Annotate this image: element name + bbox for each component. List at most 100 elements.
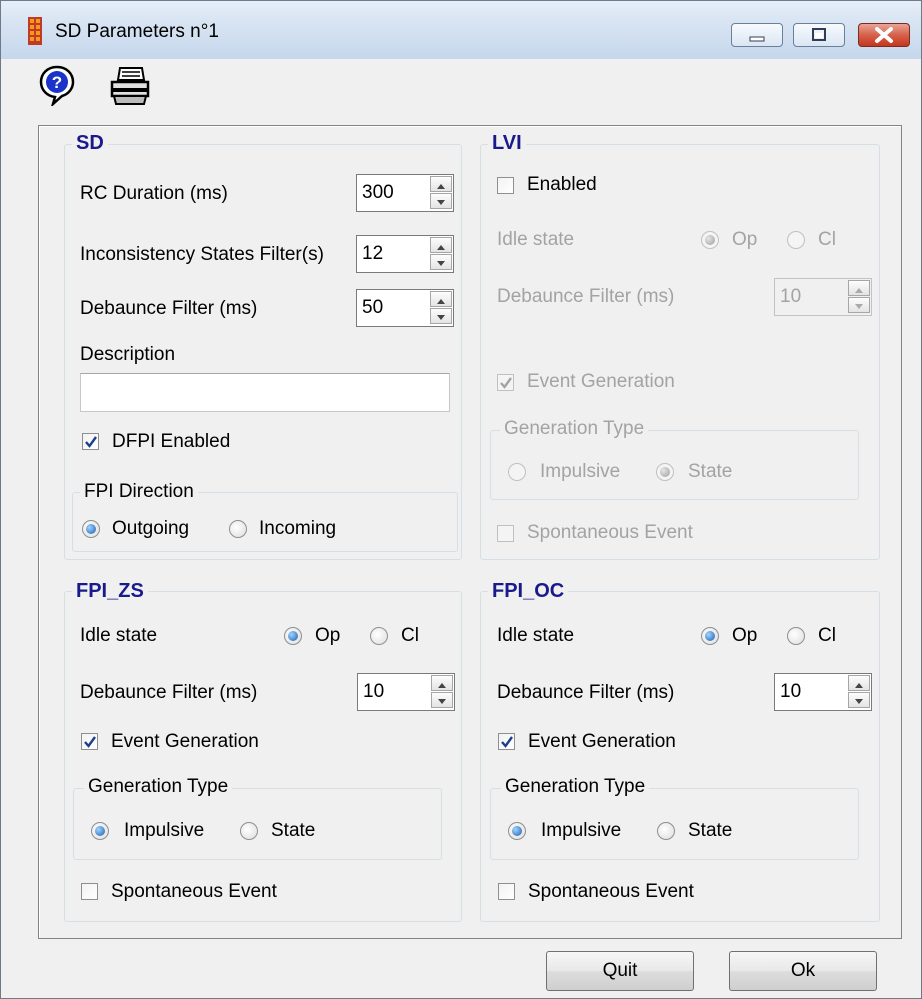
fpi-oc-debounce-value: 10 xyxy=(780,681,802,702)
radio-selected-dot xyxy=(95,826,105,836)
checkmark-icon xyxy=(84,736,96,748)
lvi-group-title: LVI xyxy=(488,132,526,154)
fpi-oc-impulsive-label: Impulsive xyxy=(541,820,622,841)
minimize-button[interactable] xyxy=(731,23,783,47)
fpi-zs-spontaneous-label: Spontaneous Event xyxy=(111,881,277,902)
fpi-oc-idle-state-label: Idle state xyxy=(497,625,575,646)
chevron-down-icon xyxy=(437,200,445,205)
chevron-down-icon xyxy=(437,315,445,320)
lvi-state-radio[interactable] xyxy=(656,463,674,481)
quit-button[interactable]: Quit xyxy=(546,951,694,991)
maximize-button[interactable] xyxy=(793,23,845,47)
inconsistency-filter-spinner[interactable]: 12 xyxy=(356,235,454,273)
spin-down-button[interactable] xyxy=(848,297,870,313)
fpi-zs-idle-cl-label: Cl xyxy=(401,625,419,646)
checkmark-icon xyxy=(501,736,513,748)
fpi-oc-event-generation-label: Event Generation xyxy=(528,731,676,752)
fpi-zs-impulsive-radio[interactable] xyxy=(91,822,109,840)
lvi-event-generation-label: Event Generation xyxy=(527,371,675,392)
description-label: Description xyxy=(80,344,176,365)
fpi-oc-idle-cl-radio[interactable] xyxy=(787,627,805,645)
inconsistency-filter-value: 12 xyxy=(362,243,384,264)
fpi-oc-spontaneous-checkbox[interactable] xyxy=(498,883,515,900)
spin-down-button[interactable] xyxy=(431,692,453,708)
svg-text:?: ? xyxy=(52,73,62,92)
fpi-oc-group-title: FPI_OC xyxy=(488,580,569,602)
lvi-enabled-checkbox[interactable] xyxy=(497,177,514,194)
fpi-oc-event-generation-checkbox[interactable] xyxy=(498,733,515,750)
window-title: SD Parameters n°1 xyxy=(55,21,219,42)
fpi-zs-idle-op-radio[interactable] xyxy=(284,627,302,645)
sd-debounce-label: Debaunce Filter (ms) xyxy=(80,298,258,319)
fpi-zs-event-generation-checkbox[interactable] xyxy=(81,733,98,750)
spin-up-button[interactable] xyxy=(431,675,453,691)
lvi-state-label: State xyxy=(688,461,733,482)
spin-up-button[interactable] xyxy=(430,176,452,192)
lvi-debounce-label: Debaunce Filter (ms) xyxy=(497,286,675,307)
fpi-oc-spontaneous-label: Spontaneous Event xyxy=(528,881,694,902)
spin-down-button[interactable] xyxy=(430,193,452,209)
fpi-zs-state-radio[interactable] xyxy=(240,822,258,840)
fpi-direction-incoming-radio[interactable] xyxy=(229,520,247,538)
lvi-generation-type-title: Generation Type xyxy=(500,418,649,440)
spin-up-button[interactable] xyxy=(848,675,870,691)
chevron-up-icon xyxy=(855,683,863,688)
fpi-direction-outgoing-label: Outgoing xyxy=(112,518,190,539)
lvi-spontaneous-label: Spontaneous Event xyxy=(527,522,693,543)
fpi-zs-spontaneous-checkbox[interactable] xyxy=(81,883,98,900)
spin-up-button[interactable] xyxy=(848,280,870,296)
fpi-zs-debounce-label: Debaunce Filter (ms) xyxy=(80,682,258,703)
lvi-event-generation-checkbox[interactable] xyxy=(497,374,514,391)
fpi-oc-idle-op-radio[interactable] xyxy=(701,627,719,645)
fpi-direction-outgoing-radio[interactable] xyxy=(82,520,100,538)
fpi-direction-incoming-label: Incoming xyxy=(259,518,337,539)
fpi-zs-idle-cl-radio[interactable] xyxy=(370,627,388,645)
close-button[interactable] xyxy=(858,23,910,47)
sd-debounce-spinner[interactable]: 50 xyxy=(356,289,454,327)
fpi-zs-group-title: FPI_ZS xyxy=(72,580,148,602)
title-bar[interactable]: SD Parameters n°1 xyxy=(1,1,921,59)
radio-selected-dot xyxy=(512,826,522,836)
lvi-idle-op-label: Op xyxy=(732,229,758,250)
lvi-idle-op-radio[interactable] xyxy=(701,231,719,249)
fpi-zs-event-generation-label: Event Generation xyxy=(111,731,259,752)
rc-duration-spinner[interactable]: 300 xyxy=(356,174,454,212)
fpi-oc-debounce-spinner[interactable]: 10 xyxy=(774,673,872,711)
spin-down-button[interactable] xyxy=(430,254,452,270)
ok-button[interactable]: Ok xyxy=(729,951,877,991)
fpi-oc-idle-op-label: Op xyxy=(732,625,758,646)
sd-group-title: SD xyxy=(72,132,108,154)
fpi-zs-debounce-value: 10 xyxy=(363,681,385,702)
radio-selected-dot xyxy=(705,235,715,245)
printer-icon[interactable] xyxy=(108,66,152,106)
radio-selected-dot xyxy=(86,524,96,534)
chevron-down-icon xyxy=(437,261,445,266)
spin-up-button[interactable] xyxy=(430,237,452,253)
radio-selected-dot xyxy=(705,631,715,641)
fpi-zs-debounce-spinner[interactable]: 10 xyxy=(357,673,455,711)
chevron-up-icon xyxy=(855,288,863,293)
checkmark-icon xyxy=(85,436,97,448)
help-icon[interactable]: ? xyxy=(38,64,76,106)
spin-down-button[interactable] xyxy=(430,308,452,324)
dfpi-enabled-checkbox[interactable] xyxy=(82,433,99,450)
sd-debounce-value: 50 xyxy=(362,297,384,318)
chevron-up-icon xyxy=(437,245,445,250)
fpi-oc-impulsive-radio[interactable] xyxy=(508,822,526,840)
lvi-spontaneous-checkbox[interactable] xyxy=(497,525,514,542)
lvi-debounce-spinner[interactable]: 10 xyxy=(774,278,872,316)
minimize-icon xyxy=(749,36,765,42)
lvi-impulsive-radio[interactable] xyxy=(508,463,526,481)
lvi-idle-cl-radio[interactable] xyxy=(787,231,805,249)
chevron-down-icon xyxy=(855,699,863,704)
spin-down-button[interactable] xyxy=(848,692,870,708)
spin-up-button[interactable] xyxy=(430,291,452,307)
chevron-up-icon xyxy=(437,184,445,189)
rc-duration-value: 300 xyxy=(362,182,394,203)
chevron-up-icon xyxy=(437,299,445,304)
inconsistency-filter-label: Inconsistency States Filter(s) xyxy=(80,244,324,265)
fpi-oc-generation-type-title: Generation Type xyxy=(501,776,650,798)
description-field[interactable] xyxy=(80,373,450,412)
fpi-zs-state-label: State xyxy=(271,820,316,841)
fpi-oc-state-radio[interactable] xyxy=(657,822,675,840)
